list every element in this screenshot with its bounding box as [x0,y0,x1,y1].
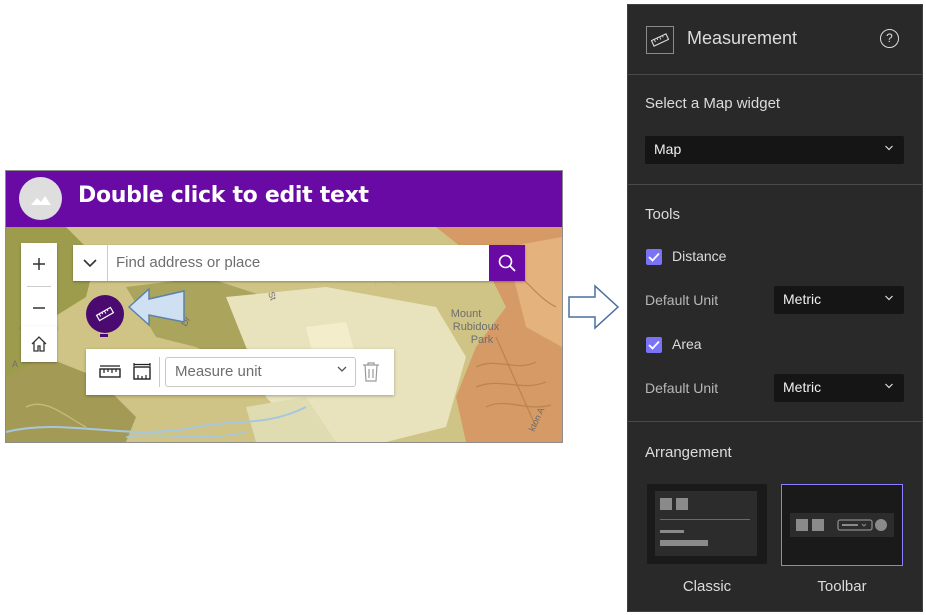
right-arrow-icon [568,284,620,330]
chevron-down-icon [885,295,893,301]
distance-unit-value: Metric [783,291,822,307]
zoom-control [21,243,57,329]
plus-icon [33,258,45,270]
area-tool-button[interactable] [131,362,153,382]
classic-layout-thumbnail [655,491,757,556]
measurement-widget-icon [646,26,674,54]
map-widget-label: Select a Map widget [645,95,781,112]
chevron-down-icon [83,258,97,267]
search-widget: Find address or place [73,245,525,281]
arrangement-classic-label: Classic [682,578,732,595]
map-widget-select[interactable]: Map [645,136,904,164]
distance-label: Distance [672,248,727,264]
measure-button[interactable] [86,295,124,333]
distance-tool-button[interactable] [99,362,121,382]
arrangement-toolbar-option[interactable] [781,484,903,566]
chevron-down-icon [337,366,347,372]
check-icon [648,340,660,350]
check-icon [648,252,660,262]
ruler-icon [95,306,115,322]
chevron-down-icon [885,383,893,389]
distance-unit-select[interactable]: Metric [774,286,904,314]
search-button[interactable] [489,245,525,281]
area-label: Area [672,336,702,352]
help-icon[interactable]: ? [880,29,899,48]
header-title[interactable]: Double click to edit text [78,183,369,208]
map-label-a: A [12,359,18,369]
search-icon [498,254,516,272]
chevron-down-icon [885,145,893,151]
distance-ruler-icon [99,365,121,378]
divider [628,74,922,75]
tools-section-label: Tools [645,206,681,223]
distance-checkbox[interactable] [646,249,662,265]
minus-icon [33,307,45,309]
home-button[interactable] [21,326,57,362]
arrangement-classic-option[interactable] [647,484,767,564]
callout-arrow-icon [127,287,185,327]
image-placeholder-icon[interactable] [19,177,62,220]
search-source-dropdown[interactable] [73,245,108,281]
distance-default-unit-label: Default Unit [645,292,719,308]
arrangement-section-label: Arrangement [645,444,732,461]
measure-unit-select[interactable]: Measure unit [165,357,356,387]
measurement-toolbar: Measure unit [86,349,394,395]
arrangement-toolbar-label: Toolbar [817,578,867,595]
map-widget-select-value: Map [654,141,682,157]
area-checkbox[interactable] [646,337,662,353]
toolbar-divider [159,357,160,387]
zoom-in-button[interactable] [21,243,57,285]
divider [628,421,922,422]
clear-measurement-button[interactable] [362,361,380,388]
measure-indicator [100,334,108,337]
zoom-out-button[interactable] [21,287,57,329]
trash-icon [363,362,379,382]
area-default-unit-label: Default Unit [645,380,719,396]
map-app-preview: Double click to edit text Mount Rubidoux… [5,170,563,443]
measurement-settings-panel: Measurement ? Select a Map widget Map To… [627,4,923,612]
area-ruler-icon [133,363,151,380]
ruler-icon [651,33,669,47]
search-input[interactable]: Find address or place [116,254,260,271]
home-icon [31,336,47,352]
map-label-rubidoux: Rubidoux [453,321,500,333]
divider [628,184,922,185]
map-label-mount: Mount [451,308,482,320]
panel-title: Measurement [687,28,798,48]
toolbar-layout-thumbnail [790,513,894,537]
app-header: Double click to edit text [6,171,562,227]
map-label-park: Park [471,334,494,346]
measure-unit-placeholder: Measure unit [175,363,262,380]
area-unit-select[interactable]: Metric [774,374,904,402]
area-unit-value: Metric [783,379,822,395]
